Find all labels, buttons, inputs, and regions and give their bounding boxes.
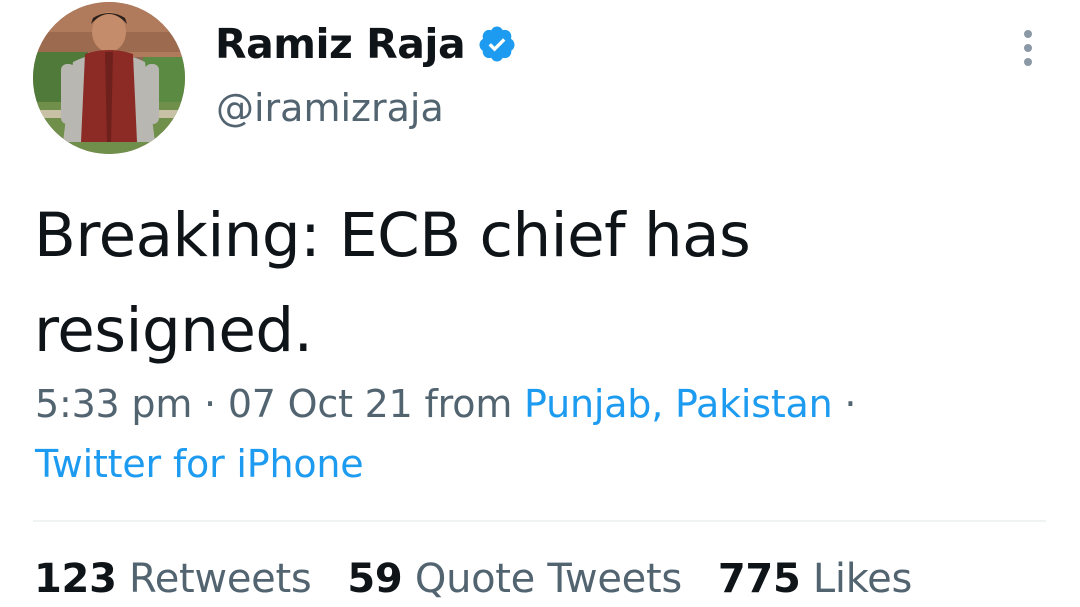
tweet-text: Breaking: ECB chief has resigned.: [34, 200, 751, 366]
retweets-stat[interactable]: 123 Retweets: [34, 556, 312, 602]
quote-tweets-label: Quote Tweets: [414, 556, 682, 602]
tweet-stats: 123 Retweets 59 Quote Tweets 775 Likes: [34, 556, 912, 602]
tweet-card: Ramiz Raja @iramizraja Breaking: ECB chi…: [0, 0, 1080, 607]
tweet-source-link[interactable]: Twitter for iPhone: [35, 442, 364, 486]
quote-tweets-count: 59: [347, 556, 403, 602]
author-display-name[interactable]: Ramiz Raja: [215, 20, 466, 68]
tweet-date[interactable]: 07 Oct 21: [228, 382, 413, 426]
meta-separator: ·: [844, 382, 857, 426]
divider: [33, 520, 1046, 522]
tweet-metadata: 5:33 pm · 07 Oct 21 from Punjab, Pakista…: [35, 374, 1045, 494]
retweets-label: Retweets: [129, 556, 312, 602]
avatar[interactable]: [33, 2, 185, 154]
author-name-row: Ramiz Raja: [215, 18, 517, 70]
author-handle[interactable]: @iramizraja: [216, 86, 444, 130]
from-label: from: [424, 382, 513, 426]
tweet-location-link[interactable]: Punjab, Pakistan: [524, 382, 833, 426]
meta-separator: ·: [204, 382, 216, 426]
more-vertical-icon[interactable]: [1016, 26, 1040, 70]
likes-label: Likes: [812, 556, 913, 602]
quote-tweets-stat[interactable]: 59 Quote Tweets: [347, 556, 682, 602]
avatar-photo: [33, 2, 185, 154]
likes-stat[interactable]: 775 Likes: [718, 556, 912, 602]
verified-badge-icon: [477, 24, 517, 64]
tweet-time[interactable]: 5:33 pm: [35, 382, 192, 426]
likes-count: 775: [717, 556, 801, 602]
retweets-count: 123: [34, 556, 117, 602]
